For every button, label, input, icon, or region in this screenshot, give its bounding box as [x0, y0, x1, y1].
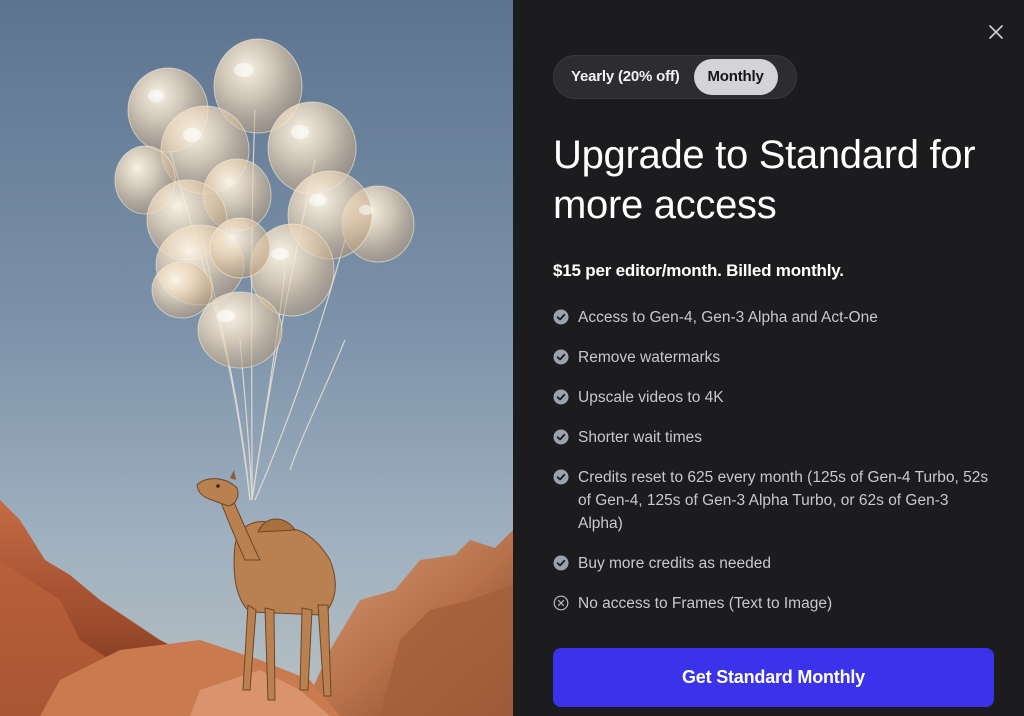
billing-option-yearly[interactable]: Yearly (20% off): [557, 59, 694, 95]
feature-text: Access to Gen-4, Gen-3 Alpha and Act-One: [578, 309, 878, 326]
feature-text: Upscale videos to 4K: [578, 389, 724, 406]
feature-list: Access to Gen-4, Gen-3 Alpha and Act-One…: [553, 306, 993, 632]
close-button[interactable]: [984, 20, 1008, 44]
check-circle-icon: [553, 309, 569, 325]
feature-item: Upscale videos to 4K: [553, 386, 993, 409]
hero-image: [0, 38, 513, 716]
feature-item: Shorter wait times: [553, 426, 993, 449]
feature-text: No access to Frames (Text to Image): [578, 595, 833, 612]
billing-option-monthly[interactable]: Monthly: [693, 59, 778, 95]
upgrade-modal: Yearly (20% off) Monthly Upgrade to Stan…: [0, 0, 1024, 716]
feature-text: Buy more credits as needed: [578, 555, 771, 572]
feature-item: Remove watermarks: [553, 346, 993, 369]
feature-item: Access to Gen-4, Gen-3 Alpha and Act-One: [553, 306, 993, 329]
feature-text: Remove watermarks: [578, 349, 721, 366]
billing-period-toggle: Yearly (20% off) Monthly: [553, 55, 797, 99]
hero-illustration: [0, 0, 513, 716]
feature-item: Buy more credits as needed: [553, 552, 993, 575]
modal-title: Upgrade to Standard for more access: [553, 133, 976, 227]
feature-item: No access to Frames (Text to Image): [553, 592, 993, 615]
check-circle-icon: [553, 389, 569, 405]
upgrade-panel: Yearly (20% off) Monthly Upgrade to Stan…: [513, 0, 1024, 716]
check-circle-icon: [553, 469, 569, 485]
feature-text: Shorter wait times: [578, 429, 703, 446]
check-circle-icon: [553, 555, 569, 571]
feature-text: Credits reset to 625 every month (125s o…: [578, 469, 989, 532]
check-circle-icon: [553, 349, 569, 365]
close-icon: [989, 25, 1003, 39]
check-circle-icon: [553, 429, 569, 445]
get-standard-monthly-button[interactable]: Get Standard Monthly: [553, 648, 994, 707]
x-circle-icon: [553, 595, 569, 611]
feature-item: Credits reset to 625 every month (125s o…: [553, 466, 993, 535]
price-line: $15 per editor/month. Billed monthly.: [553, 261, 844, 280]
